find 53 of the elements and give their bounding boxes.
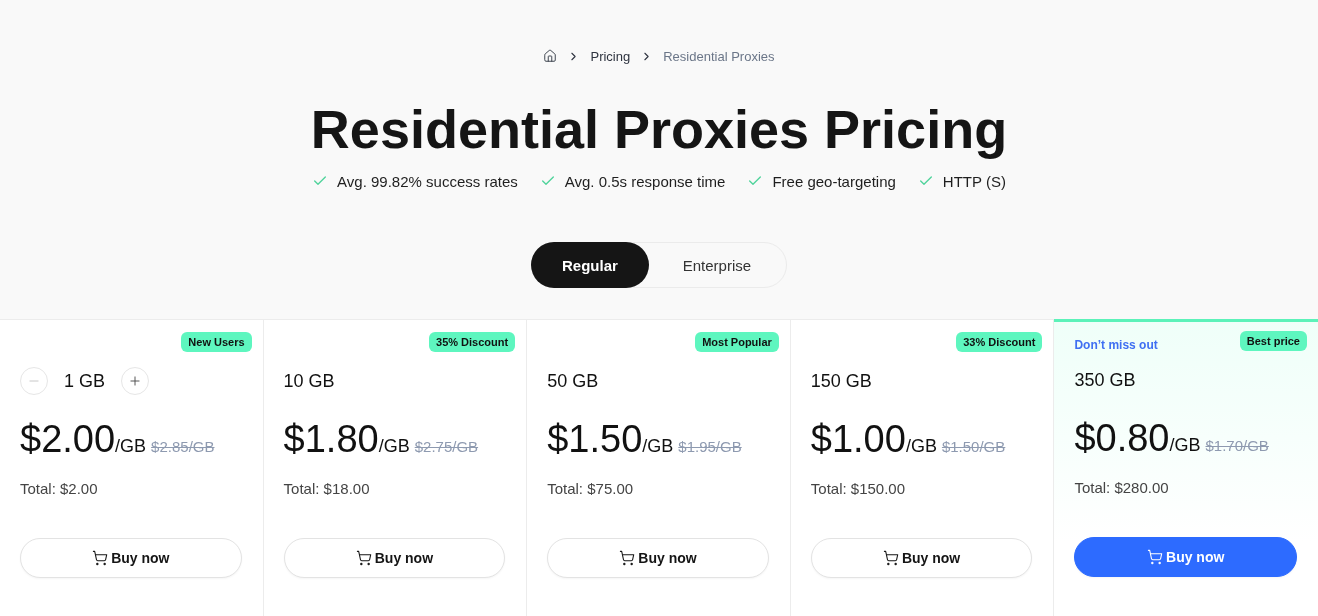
- feature-text: HTTP (S): [942, 172, 1006, 190]
- total-price: Total: $150.00: [810, 479, 907, 499]
- promo-note: Don’t miss out: [1074, 338, 1158, 352]
- breadcrumb-link[interactable]: Pricing: [590, 48, 631, 64]
- old-price: $1.70/GB: [1205, 437, 1269, 454]
- feature-text: Avg. 99.82% success rates: [337, 172, 518, 190]
- plan-size: 1 GB: [64, 370, 106, 392]
- plan-toggle-option[interactable]: Enterprise: [646, 242, 787, 288]
- cart-icon: [1147, 549, 1163, 565]
- price-unit: /GB: [115, 436, 147, 457]
- buy-now-button[interactable]: Buy now: [1074, 537, 1297, 577]
- price-amount: $1.00: [810, 417, 906, 461]
- total-price: Total: $2.00: [20, 479, 99, 499]
- cart-icon: [355, 550, 372, 566]
- cart-icon: [882, 550, 899, 566]
- plan-badge: Most Popular: [695, 332, 779, 352]
- feature-text: Free geo-targeting: [772, 172, 896, 190]
- breadcrumb-link[interactable]: Residential Proxies: [663, 48, 775, 64]
- price-unit: /GB: [642, 436, 674, 457]
- plan-badge: Best price: [1239, 331, 1307, 351]
- plan-badge: 33% Discount: [956, 332, 1043, 352]
- buy-now-button[interactable]: Buy now: [810, 538, 1033, 578]
- page-title: Residential Proxies Pricing: [310, 99, 1008, 159]
- old-price: $2.75/GB: [414, 438, 479, 455]
- buy-now-button[interactable]: Buy now: [20, 538, 242, 578]
- old-price: $1.95/GB: [678, 438, 742, 455]
- price-amount: $0.80: [1074, 416, 1170, 460]
- home-icon[interactable]: [543, 49, 558, 63]
- total-price: Total: $280.00: [1074, 478, 1170, 498]
- total-price: Total: $75.00: [547, 479, 635, 499]
- buy-now-button[interactable]: Buy now: [547, 538, 769, 578]
- price-amount: $1.50: [547, 417, 643, 461]
- plan-size: 150 GB: [810, 370, 872, 392]
- price-unit: /GB: [1169, 435, 1201, 456]
- old-price: $1.50/GB: [941, 438, 1006, 455]
- buy-now-button[interactable]: Buy now: [283, 538, 506, 578]
- price-amount: $1.80: [283, 417, 379, 461]
- plan-toggle-option[interactable]: Regular: [531, 242, 649, 288]
- old-price: $2.85/GB: [151, 438, 215, 455]
- cart-icon: [619, 550, 636, 566]
- increase-button[interactable]: [121, 367, 150, 395]
- total-price: Total: $18.00: [283, 479, 371, 499]
- plus-icon: [128, 374, 143, 388]
- plan-badge: New Users: [181, 332, 252, 352]
- plan-size: 50 GB: [547, 370, 599, 392]
- plan-badge: 35% Discount: [429, 332, 516, 352]
- cart-icon: [92, 550, 109, 566]
- feature-text: Avg. 0.5s response time: [564, 172, 726, 190]
- price-unit: /GB: [905, 436, 937, 457]
- plan-size: 10 GB: [283, 370, 335, 392]
- price-unit: /GB: [378, 436, 410, 457]
- plan-size: 350 GB: [1074, 369, 1136, 391]
- price-amount: $2.00: [20, 417, 116, 461]
